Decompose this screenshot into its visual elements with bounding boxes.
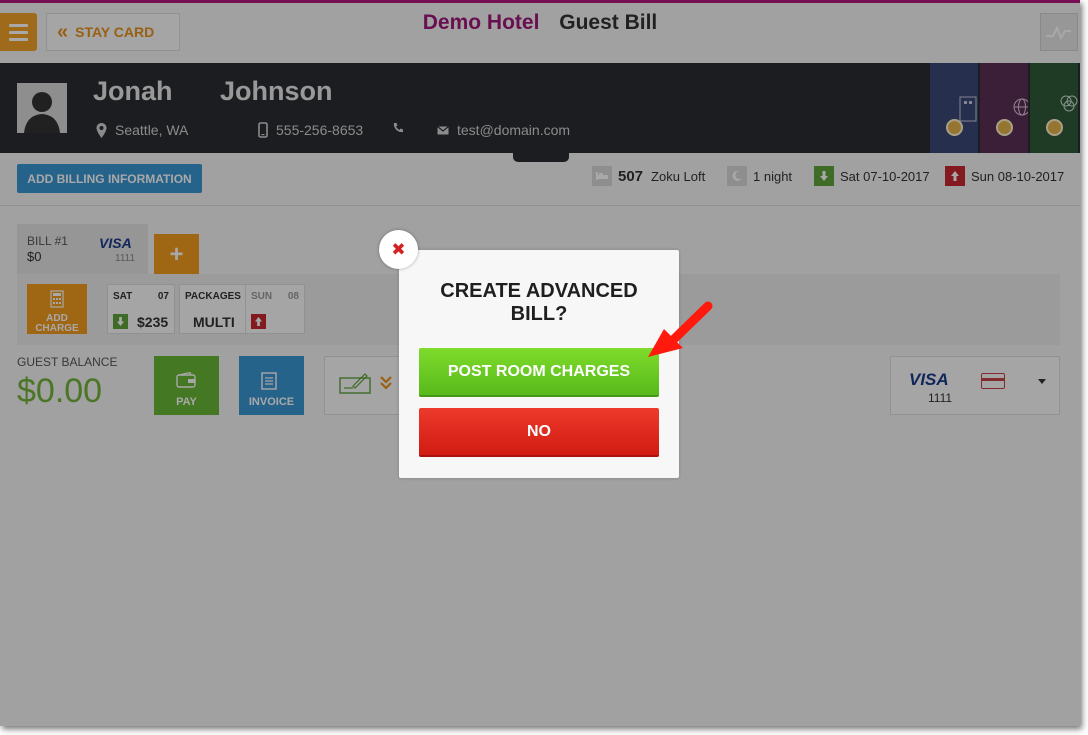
dialog-title: CREATE ADVANCED BILL? (440, 280, 638, 325)
close-icon[interactable]: ✖ (379, 230, 418, 269)
post-room-charges-button[interactable]: POST ROOM CHARGES (419, 348, 659, 397)
no-button[interactable]: NO (419, 408, 659, 457)
app-window: « STAY CARD Demo Hotel Guest Bill Jonah … (0, 0, 1080, 726)
create-advanced-bill-dialog: CREATE ADVANCED BILL? POST ROOM CHARGES … (399, 250, 679, 478)
red-pointer-arrow-icon (648, 301, 713, 357)
